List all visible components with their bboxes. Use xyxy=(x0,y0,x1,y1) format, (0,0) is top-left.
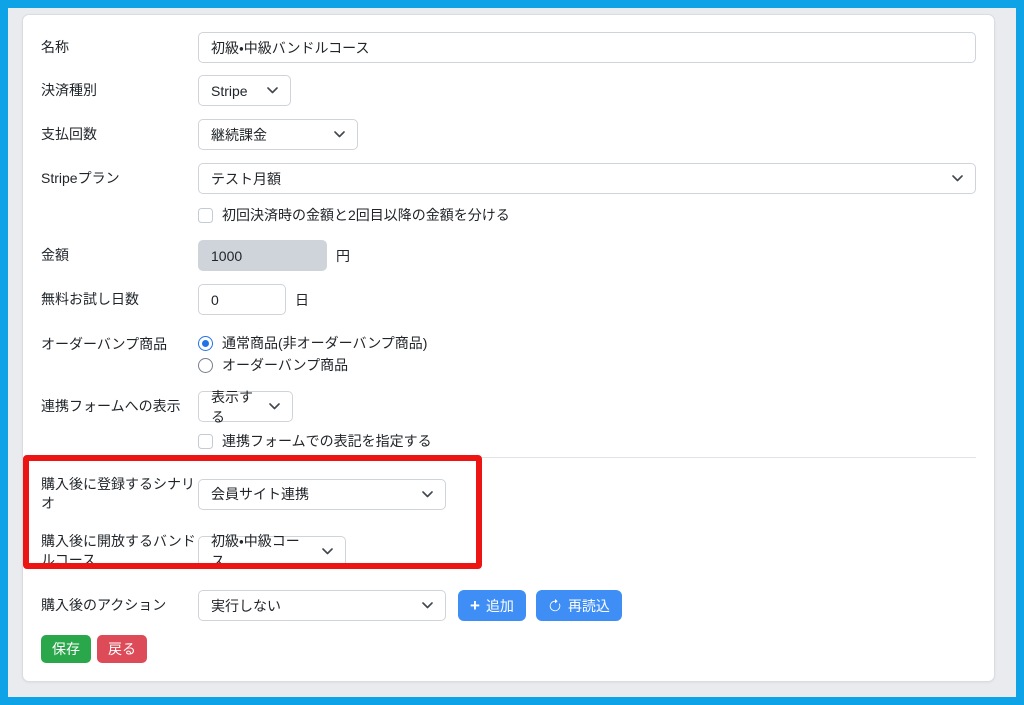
amount-label: 金額 xyxy=(41,246,198,265)
payment-type-value: Stripe xyxy=(211,83,248,99)
save-button-label: 保存 xyxy=(52,642,80,656)
row-post-action: 購入後のアクション 実行しない + 追加 xyxy=(41,590,976,621)
row-form-display: 連携フォームへの表示 表示する xyxy=(41,391,976,422)
refresh-icon xyxy=(548,599,562,613)
row-stripe-plan: Stripeプラン テスト月額 xyxy=(41,163,976,194)
radio-unchecked-icon[interactable] xyxy=(198,358,213,373)
name-input[interactable] xyxy=(198,32,976,63)
row-payment-count: 支払回数 継続課金 xyxy=(41,119,976,150)
add-button[interactable]: + 追加 xyxy=(458,590,526,621)
row-trial-days: 無料お試し日数 日 xyxy=(41,284,976,315)
page-background: 名称 決済種別 Stripe 支払回数 継続課金 xyxy=(8,8,1016,697)
order-bump-label: オーダーバンプ商品 xyxy=(41,335,198,354)
form-notation-checkbox[interactable] xyxy=(198,434,213,449)
order-bump-radio-group: 通常商品(非オーダーバンプ商品) オーダーバンプ商品 xyxy=(198,335,427,374)
plus-icon: + xyxy=(470,597,480,614)
chevron-down-icon xyxy=(412,491,433,498)
payment-count-label: 支払回数 xyxy=(41,125,198,144)
post-action-label: 購入後のアクション xyxy=(41,596,198,615)
order-bump-option-normal[interactable]: 通常商品(非オーダーバンプ商品) xyxy=(198,335,427,352)
form-display-label: 連携フォームへの表示 xyxy=(41,397,198,416)
split-price-checkbox[interactable] xyxy=(198,208,213,223)
bundle-course-select[interactable]: 初級・中級コース xyxy=(198,536,346,567)
footer-buttons: 保存 戻る xyxy=(41,635,976,663)
row-payment-type: 決済種別 Stripe xyxy=(41,75,976,106)
name-label: 名称 xyxy=(41,38,198,57)
bundle-course-label: 購入後に開放するバンドルコース xyxy=(41,532,198,570)
radio-checked-icon[interactable] xyxy=(198,336,213,351)
post-action-buttons: + 追加 再読込 xyxy=(458,590,622,621)
reload-button-label: 再読込 xyxy=(568,599,610,613)
add-button-label: 追加 xyxy=(486,599,514,613)
row-name: 名称 xyxy=(41,32,976,63)
reload-button[interactable]: 再読込 xyxy=(536,590,622,621)
scenario-select[interactable]: 会員サイト連携 xyxy=(198,479,446,510)
post-action-select[interactable]: 実行しない xyxy=(198,590,446,621)
split-price-checkbox-label: 初回決済時の金額と2回目以降の金額を分ける xyxy=(222,205,510,225)
trial-days-input[interactable] xyxy=(198,284,286,315)
amount-input xyxy=(198,240,327,271)
trial-days-label: 無料お試し日数 xyxy=(41,290,198,309)
stripe-plan-select[interactable]: テスト月額 xyxy=(198,163,976,194)
scenario-label: 購入後に登録するシナリオ xyxy=(41,475,198,513)
screenshot-frame: 名称 決済種別 Stripe 支払回数 継続課金 xyxy=(0,0,1024,705)
row-split-price: 初回決済時の金額と2回目以降の金額を分ける xyxy=(198,205,976,225)
chevron-down-icon xyxy=(257,87,278,94)
stripe-plan-label: Stripeプラン xyxy=(41,169,198,188)
row-scenario: 購入後に登録するシナリオ 会員サイト連携 xyxy=(41,475,976,513)
amount-unit-label: 円 xyxy=(336,246,350,266)
back-button[interactable]: 戻る xyxy=(97,635,147,663)
order-bump-option-normal-label: 通常商品(非オーダーバンプ商品) xyxy=(222,335,427,352)
payment-type-label: 決済種別 xyxy=(41,81,198,100)
product-edit-form-card: 名称 決済種別 Stripe 支払回数 継続課金 xyxy=(22,14,995,682)
order-bump-option-bump[interactable]: オーダーバンプ商品 xyxy=(198,357,427,374)
order-bump-option-bump-label: オーダーバンプ商品 xyxy=(222,357,348,374)
chevron-down-icon xyxy=(412,602,433,609)
chevron-down-icon xyxy=(312,548,333,555)
chevron-down-icon xyxy=(942,175,963,182)
scenario-value: 会員サイト連携 xyxy=(211,484,309,504)
payment-type-select[interactable]: Stripe xyxy=(198,75,291,106)
back-button-label: 戻る xyxy=(108,642,136,656)
section-divider xyxy=(41,457,976,458)
trial-days-unit-label: 日 xyxy=(295,290,309,310)
row-bundle-course: 購入後に開放するバンドルコース 初級・中級コース xyxy=(41,532,976,570)
form-display-select[interactable]: 表示する xyxy=(198,391,293,422)
form-display-value: 表示する xyxy=(211,387,259,427)
chevron-down-icon xyxy=(259,403,280,410)
row-order-bump: オーダーバンプ商品 通常商品(非オーダーバンプ商品) オーダーバンプ商品 xyxy=(41,335,976,374)
save-button[interactable]: 保存 xyxy=(41,635,91,663)
chevron-down-icon xyxy=(324,131,345,138)
bundle-course-value: 初級・中級コース xyxy=(211,531,312,571)
payment-count-value: 継続課金 xyxy=(211,125,267,145)
row-amount: 金額 円 xyxy=(41,240,976,271)
payment-count-select[interactable]: 継続課金 xyxy=(198,119,358,150)
form-notation-checkbox-label: 連携フォームでの表記を指定する xyxy=(222,431,432,451)
post-action-value: 実行しない xyxy=(211,596,281,616)
stripe-plan-value: テスト月額 xyxy=(211,169,281,189)
row-form-notation: 連携フォームでの表記を指定する xyxy=(198,431,976,451)
